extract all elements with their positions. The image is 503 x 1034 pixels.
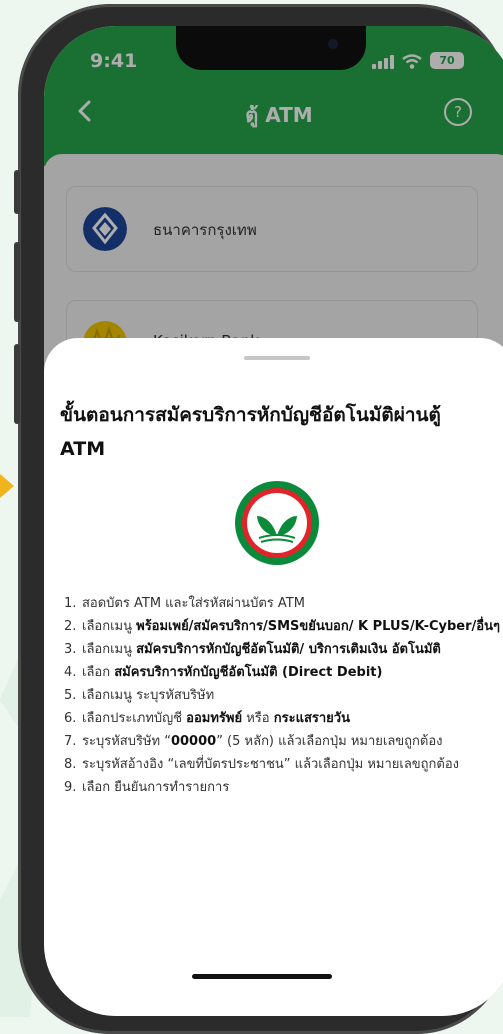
app-screen: 9:41 70 ตู้ ATM ? ธนาคารกรุงเทพ ขั้นตอนก… (44, 26, 503, 1016)
list-item: 5. เลือกเมนู ระบุรหัสบริษัท (64, 688, 215, 703)
sheet-grabber[interactable] (244, 356, 310, 360)
list-item: 3. เลือกเมนู สมัครบริการหักบัญชีอัตโนมัติ… (64, 642, 441, 657)
list-item: 4. เลือก สมัครบริการหักบัญชีอัตโนมัติ (Di… (64, 665, 383, 680)
phone-volume-up (14, 242, 20, 322)
list-item: 1. สอดบัตร ATM และใส่รหัสผ่านบัตร ATM (64, 596, 305, 611)
steps-list: 1. สอดบัตร ATM และใส่รหัสผ่านบัตร ATM 2. เ… (64, 592, 503, 799)
pointer-arrow-left (0, 474, 14, 498)
bottom-sheet: ขั้นตอนการสมัครบริการหักบัญชีอัตโนมัติผ่… (44, 338, 503, 1016)
list-item: 6. เลือกประเภทบัญชี ออมทรัพย์ หรือ กระแสร… (64, 711, 350, 726)
home-indicator[interactable] (192, 974, 332, 979)
list-item: 2. เลือกเมนู พร้อมเพย์/สมัครบริการ/SMSขยั… (64, 619, 500, 634)
phone-mute-switch (14, 170, 20, 214)
sheet-title: ขั้นตอนการสมัครบริการหักบัญชีอัตโนมัติผ่… (60, 404, 441, 460)
list-item: 7. ระบุรหัสบริษัท “00000” (5 หลัก) แล้วเล… (64, 734, 443, 749)
kasikorn-bank-logo-icon (235, 481, 319, 565)
list-item: 8. ระบุรหัสอ้างอิง “เลขที่บัตรประชาชน” แล… (64, 757, 460, 772)
phone-volume-down (14, 344, 20, 424)
list-item: 9. เลือก ยืนยันการทำรายการ (64, 780, 230, 795)
